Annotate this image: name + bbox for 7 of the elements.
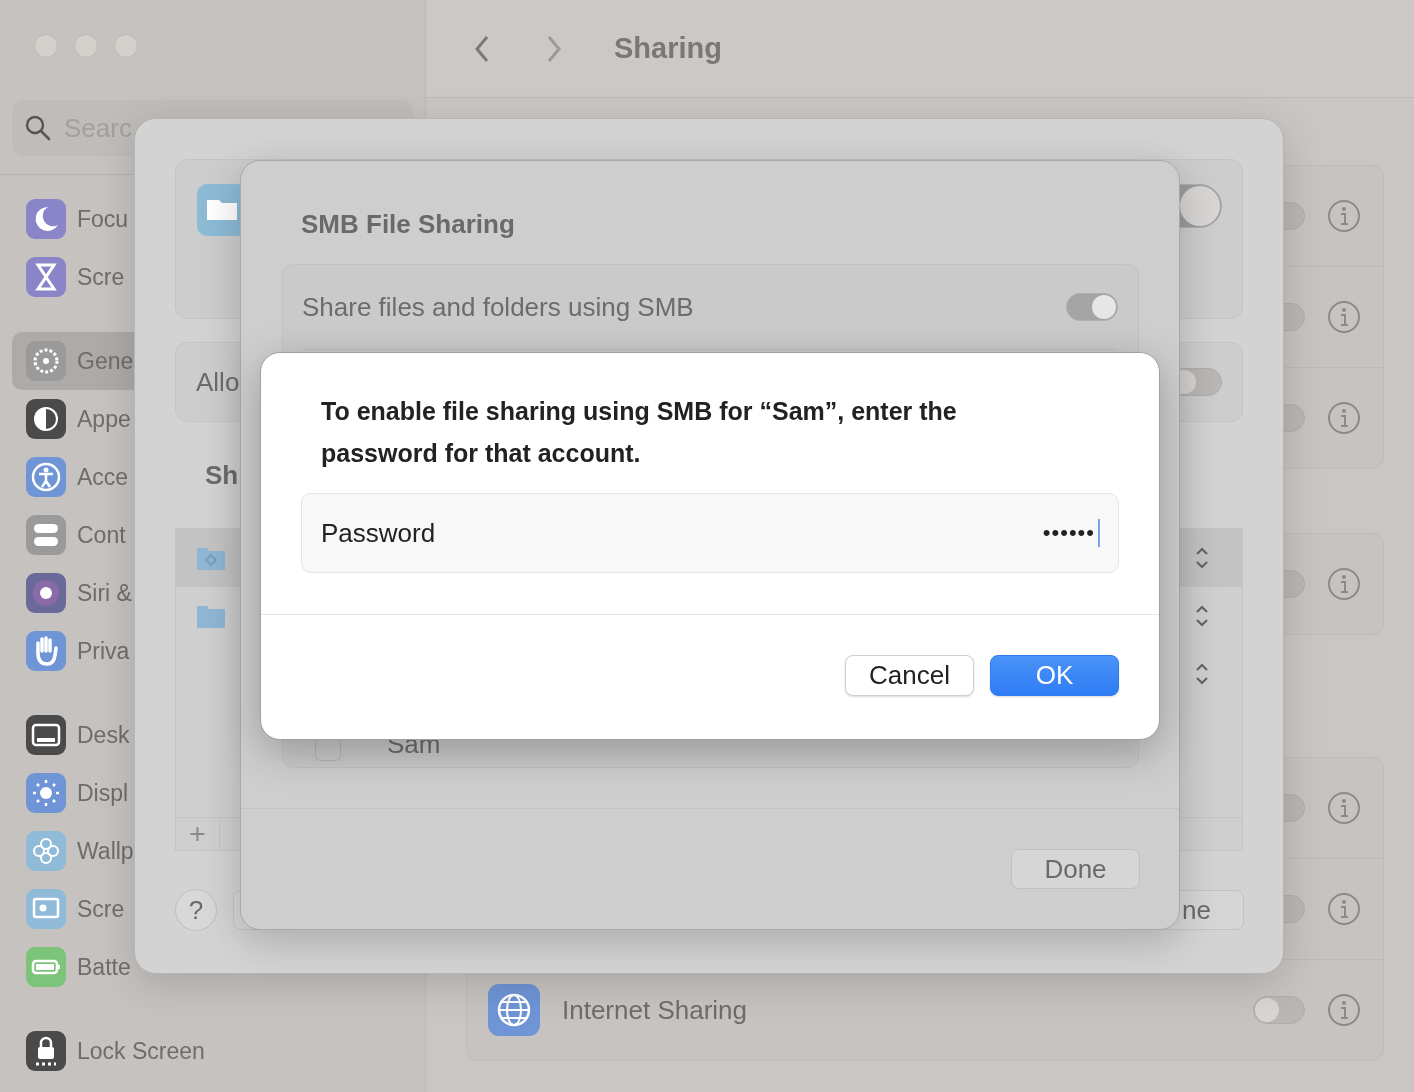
- section-heading: Sh: [205, 459, 239, 491]
- window-title: Sharing: [614, 32, 722, 65]
- dialog-message: To enable file sharing using SMB for “Sam”, enter the password for that account.: [321, 396, 958, 469]
- sheet-title: SMB File Sharing: [300, 208, 516, 241]
- option-label: Allo: [196, 366, 240, 398]
- option-label: Share files and folders using SMB: [302, 291, 694, 323]
- service-label: Internet Sharing: [562, 994, 747, 1026]
